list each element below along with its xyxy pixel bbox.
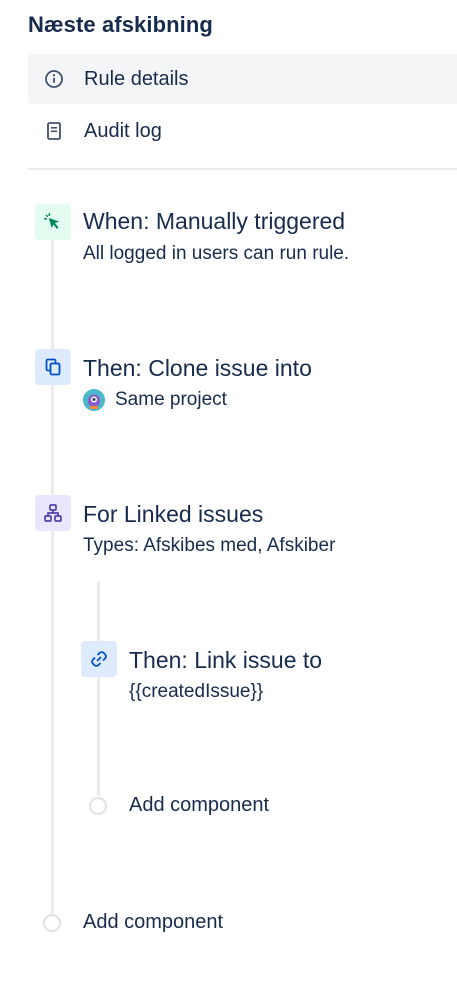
timeline-line — [51, 238, 54, 914]
add-component-button-inner[interactable]: Add component — [129, 794, 269, 817]
link-step-subtitle: {{createdIssue}} — [129, 681, 263, 703]
trigger-step-icon[interactable] — [35, 204, 71, 240]
branch-step-icon[interactable] — [35, 495, 71, 531]
nav-audit-log-label: Audit log — [84, 119, 162, 142]
clone-step-subtitle: Same project — [83, 389, 227, 411]
hierarchy-icon — [43, 503, 63, 523]
branch-step-title[interactable]: For Linked issues — [83, 501, 263, 528]
nav-divider — [28, 168, 457, 170]
nav-audit-log[interactable]: Audit log — [28, 106, 457, 156]
trigger-step-subtitle-text: All logged in users can run rule. — [83, 243, 350, 264]
document-icon — [44, 121, 64, 141]
branch-step-subtitle-text: Types: Afskibes med, Afskiber — [83, 535, 336, 556]
project-avatar-icon — [83, 389, 105, 411]
clone-step-title[interactable]: Then: Clone issue into — [83, 355, 312, 382]
branch-step-subtitle: Types: Afskibes med, Afskiber — [83, 535, 335, 557]
clone-icon — [43, 357, 63, 377]
link-step-subtitle-text: {{createdIssue}} — [129, 681, 264, 702]
branch-timeline-line — [97, 582, 100, 796]
clone-step-subtitle-text: Same project — [115, 389, 227, 410]
link-step-title[interactable]: Then: Link issue to — [129, 647, 322, 674]
add-component-dot-outer[interactable] — [43, 914, 61, 932]
link-icon — [89, 649, 109, 669]
nav-rule-details[interactable]: Rule details — [28, 54, 457, 104]
cursor-icon — [43, 212, 63, 232]
add-component-dot-inner[interactable] — [89, 797, 107, 815]
nav-rule-details-label: Rule details — [84, 67, 189, 90]
trigger-step-title[interactable]: When: Manually triggered — [83, 208, 345, 235]
add-component-button-outer[interactable]: Add component — [83, 911, 223, 934]
link-step-icon[interactable] — [81, 641, 117, 677]
trigger-step-subtitle: All logged in users can run rule. — [83, 243, 349, 265]
clone-step-icon[interactable] — [35, 349, 71, 385]
rule-title: Næste afskibning — [28, 12, 213, 37]
info-icon — [44, 69, 64, 89]
